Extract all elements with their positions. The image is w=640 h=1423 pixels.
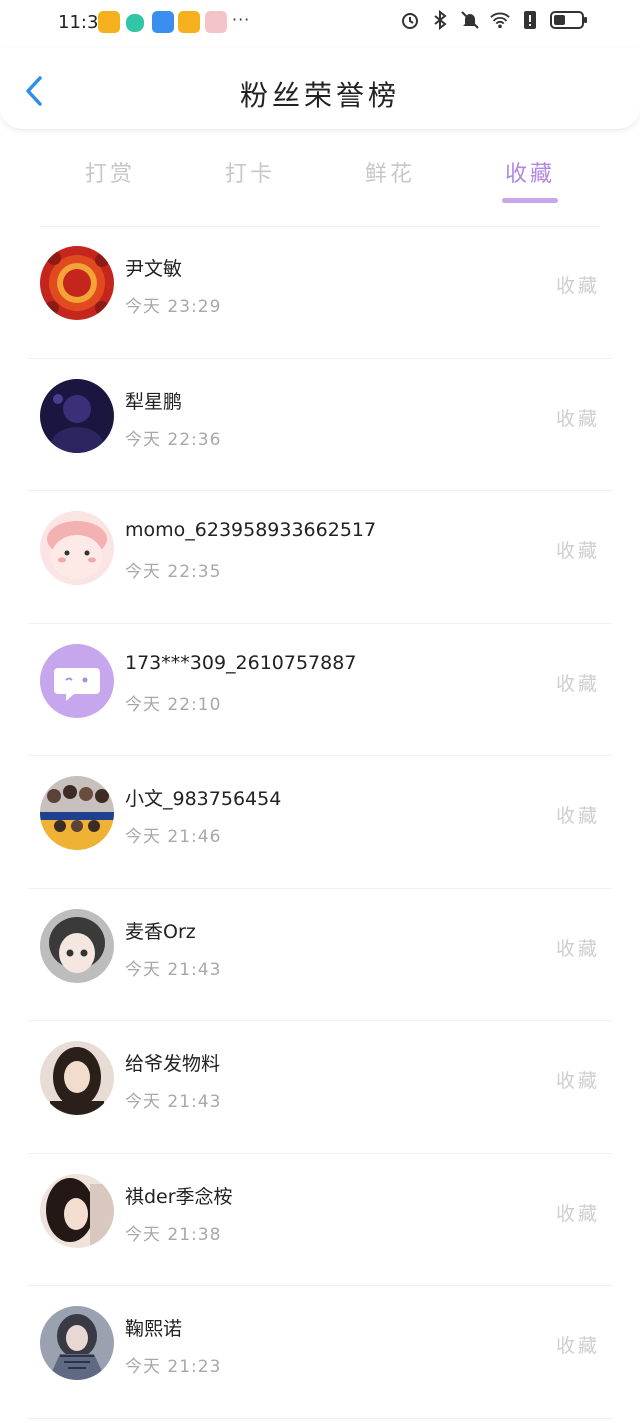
anime-girl-avatar: [40, 908, 114, 983]
fan-name: 犁星鹏: [125, 390, 183, 413]
fan-name: 给爷发物料: [125, 1053, 221, 1075]
page-title: 粉丝荣誉榜: [239, 79, 400, 112]
alarm-icon: [400, 10, 420, 30]
wechat-work-app-icon: [126, 14, 144, 32]
list-item[interactable]: 尹文敏 今天 23:29 收藏: [28, 226, 612, 359]
tab-flowers[interactable]: 鲜花: [340, 156, 440, 188]
favorite-label: 收藏: [555, 805, 600, 827]
tab-checkin[interactable]: 打卡: [200, 156, 300, 188]
favorite-label: 收藏: [555, 1070, 600, 1092]
favorite-label: 收藏: [555, 1335, 600, 1357]
girl-selfie-avatar: [40, 1173, 114, 1248]
avatar[interactable]: [40, 378, 114, 453]
favorite-label: 收藏: [555, 937, 600, 960]
cloud-app-icon: [152, 11, 174, 33]
bluetooth-icon: [430, 10, 450, 30]
gift-box-app-icon: [205, 11, 227, 33]
weibo-app-icon: [178, 11, 200, 33]
fan-time: 今天 22:35: [125, 562, 222, 582]
fan-name: 麦香Orz: [125, 920, 196, 943]
fan-name: 鞠熙诺: [125, 1318, 183, 1340]
header: 粉丝荣誉榜: [0, 48, 640, 130]
fan-list: 尹文敏 今天 23:29 收藏 犁星鹏 今天 22:36 收藏 momo_623…: [0, 226, 640, 1419]
tab-bar: 打赏 打卡 鲜花 收藏: [0, 150, 640, 210]
girl-portrait-avatar: [40, 1041, 114, 1115]
fan-name: momo_623958933662517: [125, 519, 377, 541]
avatar[interactable]: [40, 1173, 114, 1248]
favorite-label: 收藏: [555, 540, 600, 562]
favorite-label: 收藏: [555, 275, 600, 297]
avatar[interactable]: [40, 776, 114, 850]
fan-name: 祺der季念桉: [125, 1185, 233, 1208]
list-item[interactable]: 给爷发物料 今天 21:43 收藏: [28, 1021, 612, 1154]
avatar[interactable]: [40, 908, 114, 983]
avatar[interactable]: [40, 511, 114, 585]
mute-bell-icon: [460, 10, 480, 30]
fan-time: 今天 21:46: [125, 827, 222, 847]
list-item[interactable]: 173***309_2610757887 今天 22:10 收藏: [28, 624, 612, 756]
favorite-label: 收藏: [555, 407, 600, 430]
list-item[interactable]: 小文_983756454 今天 21:46 收藏: [28, 756, 612, 889]
avatar[interactable]: [40, 1306, 114, 1380]
fan-name: 尹文敏: [125, 258, 183, 280]
tab-tip[interactable]: 打赏: [60, 156, 160, 188]
list-item[interactable]: 麦香Orz 今天 21:43 收藏: [28, 889, 612, 1021]
list-item[interactable]: 犁星鹏 今天 22:36 收藏: [28, 359, 612, 491]
sim-alert-icon: [520, 10, 540, 30]
favorite-label: 收藏: [555, 672, 600, 695]
fan-time: 今天 21:43: [125, 959, 222, 980]
avatar[interactable]: [40, 1041, 114, 1115]
favorite-label: 收藏: [555, 1202, 600, 1225]
list-item[interactable]: momo_623958933662517 今天 22:35 收藏: [28, 491, 612, 624]
list-item[interactable]: 祺der季念桉 今天 21:38 收藏: [28, 1154, 612, 1286]
dark-purple-figure-avatar: [40, 378, 114, 453]
tab-favorites[interactable]: 收藏: [480, 156, 580, 188]
fan-time: 今天 21:23: [125, 1357, 222, 1377]
active-tab-indicator: [502, 198, 558, 203]
list-item[interactable]: 鞠熙诺 今天 21:23 收藏: [28, 1286, 612, 1419]
fan-time: 今天 21:38: [125, 1224, 222, 1245]
fan-name: 小文_983756454: [125, 788, 282, 810]
system-status-icons: [400, 10, 588, 30]
wifi-icon: [490, 10, 510, 30]
avatar[interactable]: [40, 246, 114, 320]
weibo-app-icon: [98, 11, 120, 33]
avatar[interactable]: [40, 643, 114, 718]
status-bar: 11:31 ···: [0, 0, 640, 48]
more-notifications-icon: ···: [232, 10, 251, 29]
fan-time: 今天 22:36: [125, 429, 222, 450]
fan-time: 今天 22:10: [125, 694, 222, 715]
fan-name: 173***309_2610757887: [125, 651, 357, 674]
fan-time: 今天 23:29: [125, 297, 222, 317]
red-fu-character-avatar: [40, 246, 114, 320]
pink-cartoon-avatar: [40, 511, 114, 585]
girl-scarf-avatar: [40, 1306, 114, 1380]
fan-time: 今天 21:43: [125, 1092, 222, 1112]
group-photo-avatar: [40, 776, 114, 850]
purple-chat-bubble-avatar: [40, 643, 114, 718]
battery-icon: [550, 10, 588, 30]
